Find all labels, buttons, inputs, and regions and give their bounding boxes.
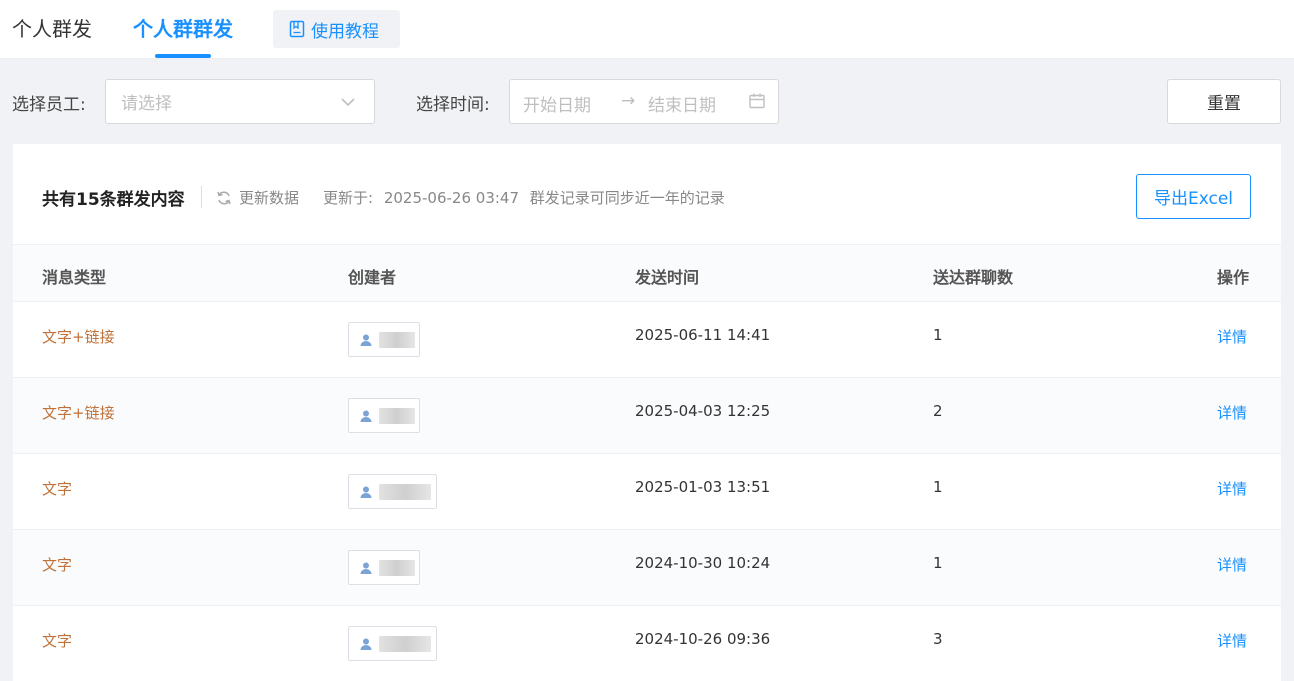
broadcast-list-card: 共有15条群发内容 更新数据 更新于: 2025-06-26 03:47 群发记… xyxy=(13,144,1281,681)
creator-name-blurred xyxy=(379,559,415,576)
header-action: 操作 xyxy=(1217,268,1250,287)
creator-tag xyxy=(348,550,420,585)
delivered-count: 1 xyxy=(933,478,943,496)
updated-info: 更新于: 2025-06-26 03:47 群发记录可同步近一年的记录 xyxy=(323,187,731,208)
tutorial-button[interactable]: 使用教程 xyxy=(273,10,400,48)
header-creator: 创建者 xyxy=(348,268,397,287)
user-icon xyxy=(360,486,372,498)
creator-tag xyxy=(348,398,420,433)
header-delivered-groups: 送达群聊数 xyxy=(933,268,1014,287)
end-date-input[interactable]: 结束日期 xyxy=(648,91,716,116)
tab-personal-broadcast[interactable]: 个人群发 xyxy=(12,14,92,44)
table-row: 文字+链接 2025-04-03 12:25 2 详情 xyxy=(13,378,1281,454)
user-icon xyxy=(360,334,372,346)
table-row: 文字 2024-10-26 09:36 3 详情 xyxy=(13,606,1281,681)
detail-link[interactable]: 详情 xyxy=(1217,554,1247,575)
user-icon xyxy=(360,562,372,574)
updated-time: 2025-06-26 03:47 xyxy=(383,189,520,207)
message-type: 文字 xyxy=(42,556,73,574)
message-type: 文字 xyxy=(42,632,73,650)
send-time: 2025-04-03 12:25 xyxy=(635,402,771,420)
top-tab-bar: 个人群发 个人群群发 使用教程 xyxy=(0,0,1294,59)
header-message-type: 消息类型 xyxy=(42,268,107,287)
range-arrow: → xyxy=(621,91,636,111)
refresh-icon xyxy=(217,190,231,205)
creator-name-blurred xyxy=(379,635,431,652)
refresh-label: 更新数据 xyxy=(239,189,300,207)
tutorial-label: 使用教程 xyxy=(311,21,379,42)
sync-note: 群发记录可同步近一年的记录 xyxy=(529,189,725,207)
table-row: 文字 2025-01-03 13:51 1 详情 xyxy=(13,454,1281,530)
calendar-icon xyxy=(749,93,765,109)
creator-name-blurred xyxy=(379,483,431,500)
employee-select-placeholder: 请选择 xyxy=(121,94,172,114)
employee-select[interactable]: 请选择 xyxy=(105,79,375,124)
creator-name-blurred xyxy=(379,331,415,348)
creator-tag xyxy=(348,626,437,661)
active-tab-indicator xyxy=(155,54,211,58)
tab-personal-group-broadcast[interactable]: 个人群群发 xyxy=(133,14,233,44)
table-row: 文字+链接 2025-06-11 14:41 1 详情 xyxy=(13,302,1281,378)
delivered-count: 1 xyxy=(933,554,943,572)
employee-filter-label: 选择员工: xyxy=(12,95,86,115)
send-time: 2025-01-03 13:51 xyxy=(635,478,771,496)
start-date-input[interactable]: 开始日期 xyxy=(523,91,591,116)
creator-tag xyxy=(348,474,437,509)
send-time: 2025-06-11 14:41 xyxy=(635,326,771,344)
detail-link[interactable]: 详情 xyxy=(1217,402,1247,423)
delivered-count: 1 xyxy=(933,326,943,344)
updated-prefix: 更新于: xyxy=(323,189,374,207)
delivered-count: 2 xyxy=(933,402,943,420)
summary-divider xyxy=(201,186,202,208)
delivered-count: 3 xyxy=(933,630,943,648)
message-type: 文字+链接 xyxy=(42,404,115,422)
refresh-data-button[interactable]: 更新数据 xyxy=(215,187,299,208)
message-type: 文字 xyxy=(42,480,73,498)
message-type: 文字+链接 xyxy=(42,328,115,346)
detail-link[interactable]: 详情 xyxy=(1217,630,1247,651)
table-header: 消息类型 创建者 发送时间 送达群聊数 操作 xyxy=(13,244,1281,302)
export-excel-button[interactable]: 导出Excel xyxy=(1136,174,1251,219)
send-time: 2024-10-30 10:24 xyxy=(635,554,771,572)
send-time: 2024-10-26 09:36 xyxy=(635,630,771,648)
table-row: 文字 2024-10-30 10:24 1 详情 xyxy=(13,530,1281,606)
detail-link[interactable]: 详情 xyxy=(1217,478,1247,499)
user-icon xyxy=(360,638,372,650)
creator-tag xyxy=(348,322,420,357)
time-filter-label: 选择时间: xyxy=(416,95,490,115)
total-count-text: 共有15条群发内容 xyxy=(42,190,185,210)
user-icon xyxy=(360,410,372,422)
reset-button[interactable]: 重置 xyxy=(1167,79,1281,124)
chevron-down-icon xyxy=(341,98,355,107)
detail-link[interactable]: 详情 xyxy=(1217,326,1247,347)
creator-name-blurred xyxy=(379,407,415,424)
book-icon xyxy=(289,20,305,38)
header-send-time: 发送时间 xyxy=(635,268,700,287)
date-range-picker[interactable]: 开始日期 → 结束日期 xyxy=(509,79,779,124)
